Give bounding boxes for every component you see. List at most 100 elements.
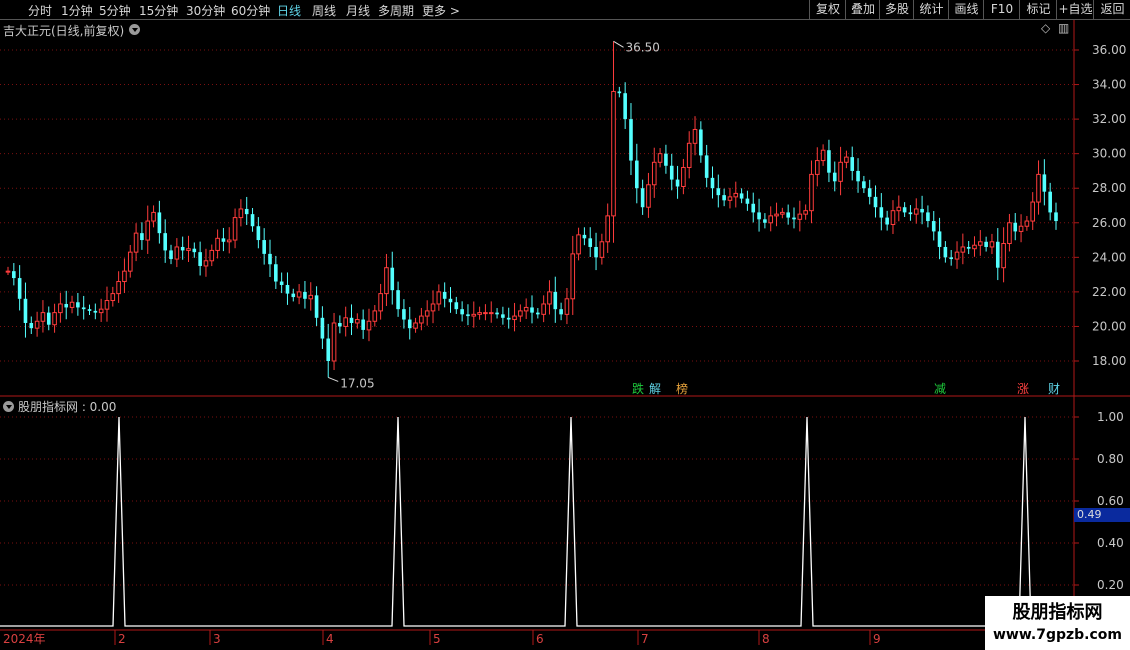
chevron-down-icon[interactable] xyxy=(129,24,140,35)
indicator-menu-icon[interactable] xyxy=(3,401,14,412)
candle-body xyxy=(774,213,779,217)
candle-body xyxy=(966,246,971,249)
candle-body xyxy=(366,320,372,331)
candle-body xyxy=(582,234,587,239)
price-tick-label: 32.00 xyxy=(1092,112,1126,126)
price-tick-label: 26.00 xyxy=(1092,216,1126,230)
candle-body xyxy=(814,160,820,175)
indicator-tick-label: 0.80 xyxy=(1097,452,1124,466)
candle-body xyxy=(203,260,209,267)
candle-body xyxy=(320,317,325,339)
candle-body xyxy=(675,179,680,187)
candle-body xyxy=(873,196,878,208)
candle-body xyxy=(349,317,354,323)
candle-body xyxy=(518,310,523,317)
time-tick-label: 8 xyxy=(762,632,770,646)
candle-body xyxy=(920,208,924,213)
candle-body xyxy=(501,314,505,318)
candle-body xyxy=(250,214,255,227)
candle-body xyxy=(209,249,215,262)
price-tick-label: 36.00 xyxy=(1092,43,1126,57)
candle-body xyxy=(81,307,86,310)
candle-body xyxy=(937,231,942,247)
candle-body xyxy=(879,207,884,218)
candle-body xyxy=(838,161,843,182)
time-tick-label: 5 xyxy=(433,632,441,646)
candle-body xyxy=(657,153,663,163)
candle-body xyxy=(355,319,360,324)
indicator-line xyxy=(0,416,1073,627)
candle-body xyxy=(943,246,948,258)
candle-body xyxy=(163,233,168,251)
candle-body xyxy=(681,166,686,187)
time-tick-label: 2024年 xyxy=(3,632,46,646)
candle-body xyxy=(46,312,51,325)
candle-body xyxy=(913,208,919,215)
candle-body xyxy=(768,215,774,224)
indicator-tick-label: 0.40 xyxy=(1097,536,1124,550)
candle-body xyxy=(232,217,238,241)
diamond-icon[interactable]: ◇ xyxy=(1041,21,1050,35)
candle-body xyxy=(407,319,412,329)
candle-body xyxy=(145,220,151,241)
candle-body xyxy=(669,165,674,180)
candle-body xyxy=(52,312,57,326)
candle-body xyxy=(308,294,314,300)
candle-body xyxy=(809,173,814,212)
candle-body xyxy=(692,128,698,144)
candle-body xyxy=(926,212,930,222)
candle-body xyxy=(127,251,133,272)
candle-body xyxy=(1036,173,1041,203)
candle-body xyxy=(244,208,249,215)
candle-body xyxy=(989,241,995,248)
candle-body xyxy=(226,239,232,243)
candle-body xyxy=(192,248,197,253)
candle-body xyxy=(361,319,365,330)
candle-body xyxy=(326,338,331,361)
candle-body xyxy=(792,217,796,220)
candle-body xyxy=(640,188,645,208)
candle-body xyxy=(279,281,284,285)
candle-body xyxy=(960,246,966,253)
candle-body xyxy=(87,309,92,311)
stock-title: 吉大正元(日线,前复权) xyxy=(3,24,125,38)
candle-body xyxy=(850,157,855,171)
candle-body xyxy=(506,317,511,320)
candle-body xyxy=(523,306,529,312)
candle-body xyxy=(268,253,272,265)
candle-body xyxy=(477,312,482,315)
candle-body xyxy=(40,312,46,322)
candle-body xyxy=(1018,225,1024,232)
candle-body xyxy=(488,312,494,315)
candle-body xyxy=(699,129,703,156)
candle-body xyxy=(995,241,1000,268)
candle-body xyxy=(29,322,34,329)
candle-body xyxy=(256,226,261,241)
candle-body xyxy=(722,195,726,201)
candle-body xyxy=(331,322,337,362)
candle-body xyxy=(797,213,803,220)
candle-body xyxy=(553,291,558,310)
high-label: 36.50 xyxy=(626,40,660,54)
panel-layout-icon[interactable]: ▥ xyxy=(1058,21,1069,35)
candle-body xyxy=(390,267,395,291)
candle-body xyxy=(576,234,581,255)
candle-body xyxy=(17,278,22,299)
candle-body xyxy=(827,150,831,173)
candle-body xyxy=(169,250,173,260)
candle-body xyxy=(751,203,756,213)
candle-body xyxy=(763,219,767,223)
candle-body xyxy=(978,241,983,246)
candle-body xyxy=(570,253,576,300)
candle-body xyxy=(116,281,121,295)
candle-body xyxy=(58,303,63,314)
candle-body xyxy=(757,212,761,220)
candle-body xyxy=(867,188,872,197)
candle-body xyxy=(588,238,593,247)
candle-body xyxy=(646,184,651,208)
event-marker: 榜 xyxy=(676,381,688,396)
candle-body xyxy=(198,252,202,266)
candle-body xyxy=(442,291,447,299)
price-tick-label: 20.00 xyxy=(1092,319,1126,333)
candle-body xyxy=(541,303,546,315)
